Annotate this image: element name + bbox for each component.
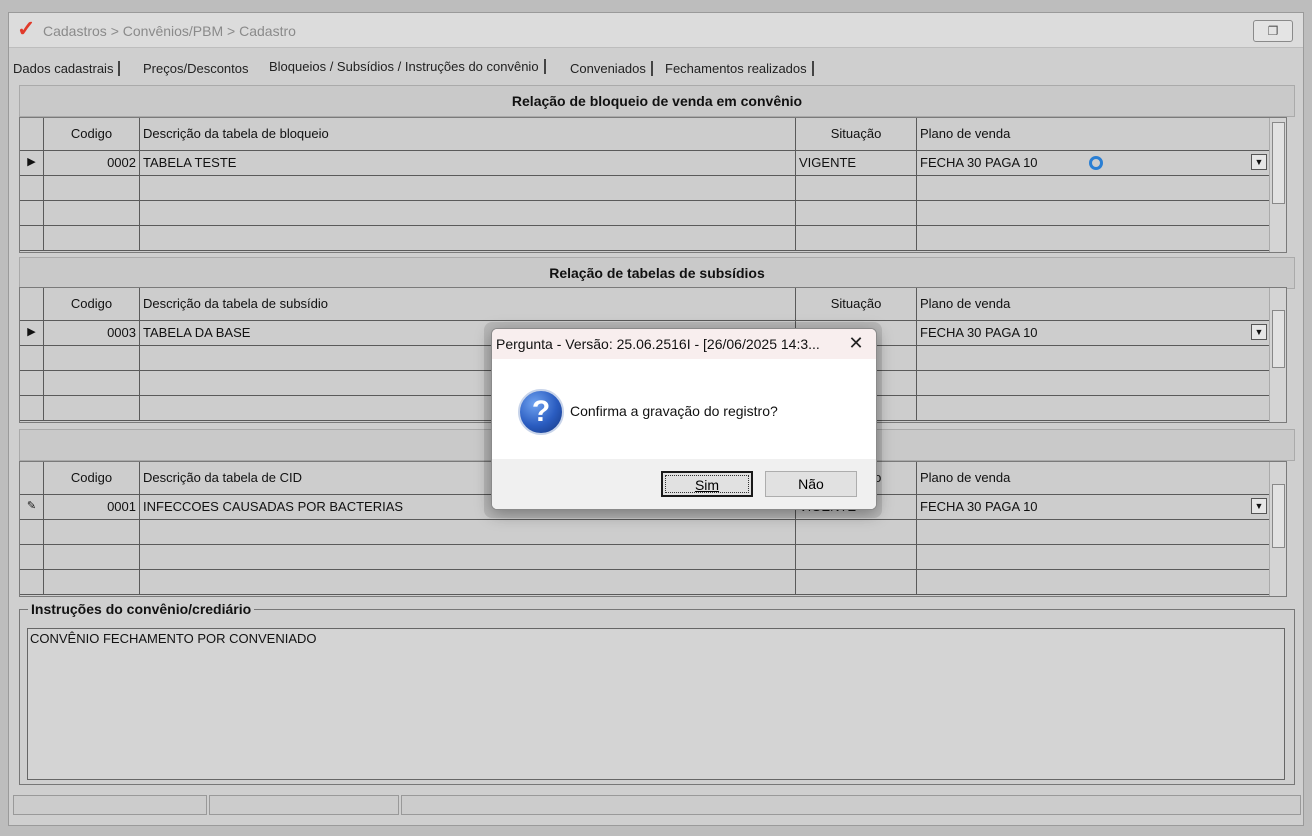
header-codigo[interactable]: Codigo	[44, 462, 140, 494]
plano-value: FECHA 30 PAGA 10	[920, 499, 1038, 514]
cid-scrollbar[interactable]	[1269, 462, 1286, 596]
cursor-ring-icon	[1089, 156, 1103, 170]
cell-descricao[interactable]: TABELA TESTE	[140, 151, 796, 175]
cell-codigo[interactable]: 0003	[44, 321, 140, 345]
dialog-title-bar: Pergunta - Versão: 25.06.2516I - [26/06/…	[492, 329, 876, 359]
plano-value: FECHA 30 PAGA 10	[920, 325, 1038, 340]
status-panel	[401, 795, 1301, 815]
row-pointer-icon: ▶	[20, 151, 44, 175]
subsidio-scrollbar[interactable]	[1269, 288, 1286, 422]
tab-fechamentos-realizados[interactable]: Fechamentos realizados	[665, 61, 814, 76]
table-row[interactable]: ▶ 0002 TABELA TESTE VIGENTE FECHA 30 PAG…	[20, 151, 1270, 176]
cell-codigo[interactable]: 0001	[44, 495, 140, 519]
cell-plano[interactable]: FECHA 30 PAGA 10 ▼	[917, 495, 1270, 519]
dialog-title: Pergunta - Versão: 25.06.2516I - [26/06/…	[496, 336, 820, 352]
plano-dropdown-icon[interactable]: ▼	[1251, 324, 1267, 340]
table-row[interactable]	[20, 520, 1270, 545]
header-codigo[interactable]: Codigo	[44, 288, 140, 320]
cell-plano[interactable]: FECHA 30 PAGA 10 ▼	[917, 321, 1270, 345]
header-descricao[interactable]: Descrição da tabela de bloqueio	[140, 118, 796, 150]
app-logo-icon: ✓	[17, 16, 36, 41]
tab-dados-cadastrais[interactable]: Dados cadastrais	[13, 61, 121, 76]
instrucoes-memo[interactable]: CONVÊNIO FECHAMENTO POR CONVENIADO	[27, 628, 1285, 780]
cell-situacao[interactable]: VIGENTE	[796, 151, 917, 175]
status-panel	[13, 795, 207, 815]
header-indicator-cell	[20, 118, 44, 150]
instrucoes-label: Instruções do convênio/crediário	[28, 601, 255, 617]
nao-button[interactable]: Não	[765, 471, 857, 497]
scrollbar-thumb[interactable]	[1272, 484, 1285, 548]
header-plano[interactable]: Plano de venda	[917, 288, 1270, 320]
header-descricao[interactable]: Descrição da tabela de subsídio	[140, 288, 796, 320]
sim-button[interactable]: Sim	[661, 471, 753, 497]
bloqueio-grid: Codigo Descrição da tabela de bloqueio S…	[19, 117, 1287, 253]
focus-rect	[665, 475, 749, 493]
title-bar: ✓ Cadastros > Convênios/PBM > Cadastro ❐	[9, 13, 1303, 48]
header-situacao[interactable]: Situação	[796, 118, 917, 150]
edit-pencil-icon: ✎	[20, 495, 44, 519]
header-codigo[interactable]: Codigo	[44, 118, 140, 150]
row-pointer-icon: ▶	[20, 321, 44, 345]
cell-plano[interactable]: FECHA 30 PAGA 10 ▼	[917, 151, 1270, 175]
header-indicator-cell	[20, 462, 44, 494]
header-situacao[interactable]: Situação	[796, 288, 917, 320]
table-row[interactable]	[20, 545, 1270, 570]
plano-dropdown-icon[interactable]: ▼	[1251, 154, 1267, 170]
table-row[interactable]	[20, 176, 1270, 201]
tab-conveniados[interactable]: Conveniados	[570, 61, 653, 76]
status-panel	[209, 795, 399, 815]
bloqueio-scrollbar[interactable]	[1269, 118, 1286, 252]
header-indicator-cell	[20, 288, 44, 320]
close-icon[interactable]: ✕	[846, 334, 866, 354]
table-row[interactable]	[20, 201, 1270, 226]
plano-value: FECHA 30 PAGA 10	[920, 155, 1038, 170]
question-icon: ?	[518, 389, 564, 435]
grid-header-row: Codigo Descrição da tabela de bloqueio S…	[20, 118, 1270, 151]
scrollbar-thumb[interactable]	[1272, 122, 1285, 204]
window-title: Cadastros > Convênios/PBM > Cadastro	[43, 23, 296, 39]
dialog-message: Confirma a gravação do registro?	[570, 403, 778, 419]
plano-dropdown-icon[interactable]: ▼	[1251, 498, 1267, 514]
nao-button-label: Não	[798, 476, 824, 492]
table-row[interactable]	[20, 570, 1270, 595]
status-bar	[9, 795, 1303, 817]
grid-header-row: Codigo Descrição da tabela de subsídio S…	[20, 288, 1270, 321]
header-plano[interactable]: Plano de venda	[917, 118, 1270, 150]
table-row[interactable]	[20, 226, 1270, 251]
instrucoes-group: Instruções do convênio/crediário CONVÊNI…	[19, 601, 1295, 785]
tab-bloqueios-subsidios[interactable]: Bloqueios / Subsídios / Instruções do co…	[269, 59, 546, 74]
scrollbar-thumb[interactable]	[1272, 310, 1285, 368]
restore-button[interactable]: ❐	[1253, 20, 1293, 42]
header-plano[interactable]: Plano de venda	[917, 462, 1270, 494]
dialog-footer: Sim Não	[492, 459, 876, 509]
confirm-dialog: Pergunta - Versão: 25.06.2516I - [26/06/…	[491, 328, 877, 510]
cell-codigo[interactable]: 0002	[44, 151, 140, 175]
subsidio-section-title: Relação de tabelas de subsídios	[19, 257, 1295, 289]
bloqueio-section-title: Relação de bloqueio de venda em convênio	[19, 85, 1295, 117]
tab-precos-descontos[interactable]: Preços/Descontos	[143, 61, 249, 76]
